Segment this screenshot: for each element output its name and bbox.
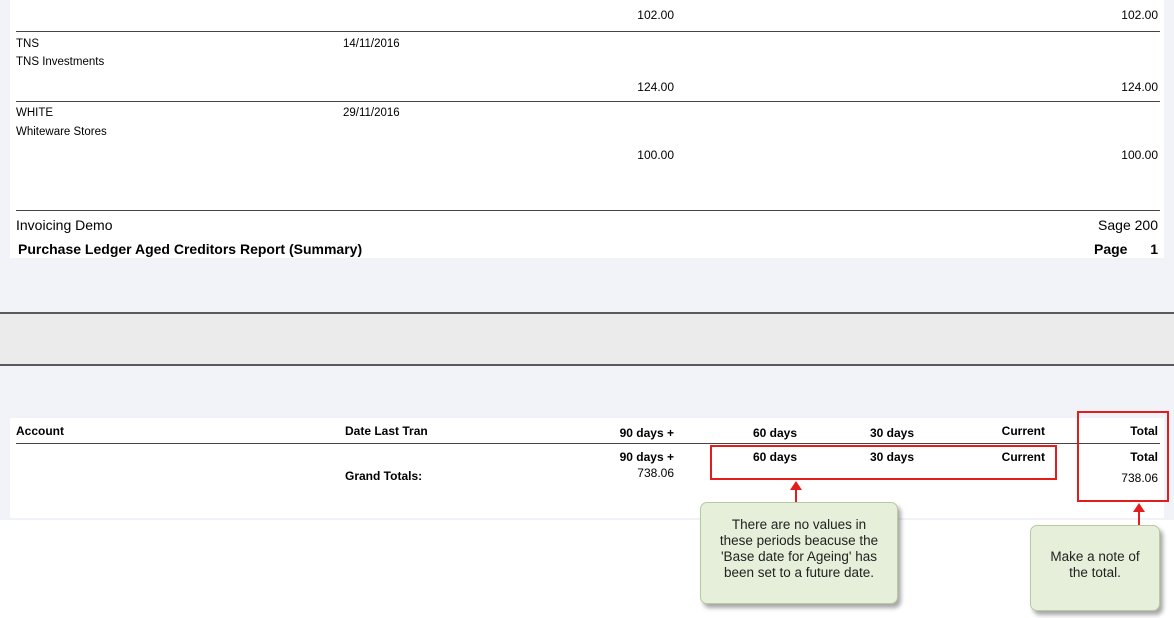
- product-name: Sage 200: [1098, 217, 1158, 233]
- arrow-shaft: [1138, 511, 1140, 525]
- supplier-name: Whiteware Stores: [16, 126, 107, 138]
- callout-text-line: Make a note of: [1050, 549, 1140, 564]
- periods-highlight-box: [710, 445, 1057, 480]
- row-90-days-value: 102.00: [637, 8, 674, 22]
- footer-divider: [16, 210, 1160, 211]
- column-header-date-last-tran: Date Last Tran: [345, 424, 428, 438]
- lower-blank-area: [0, 520, 1174, 618]
- row-total-value: 102.00: [1121, 8, 1158, 22]
- row-divider: [16, 101, 1160, 102]
- supplier-code: WHITE: [16, 107, 54, 119]
- supplier-code: TNS: [16, 38, 39, 50]
- periods-note-callout: There are no values in these periods bea…: [700, 502, 898, 604]
- column-header-90-days: 90 days +: [619, 426, 674, 440]
- arrow-shaft: [795, 489, 797, 502]
- grand-totals-label: Grand Totals:: [345, 469, 423, 483]
- header-divider: [16, 443, 1160, 444]
- supplier-date: 29/11/2016: [343, 107, 400, 119]
- total-highlight-box: [1077, 411, 1169, 502]
- supplier-90-days-value: 124.00: [637, 80, 674, 94]
- subheader-90-days: 90 days +: [619, 450, 674, 464]
- supplier-name: TNS Investments: [16, 56, 105, 68]
- page-label: Page: [1094, 241, 1128, 257]
- column-header-30-days: 30 days: [869, 426, 915, 440]
- report-title: Purchase Ledger Aged Creditors Report (S…: [18, 241, 363, 257]
- page-gap-band: [0, 314, 1174, 364]
- column-header-60-days: 60 days: [752, 426, 798, 440]
- page-number: 1: [1150, 241, 1158, 257]
- grand-total-90-days: 738.06: [637, 466, 674, 480]
- callout-text-line: 'Base date for Ageing' has: [720, 549, 877, 564]
- column-header-current: Current: [1001, 424, 1045, 438]
- row-divider: [16, 31, 1160, 32]
- total-note-callout: Make a note of the total.: [1030, 525, 1160, 611]
- report-paper-top: [10, 0, 1164, 258]
- supplier-total-value: 124.00: [1121, 80, 1158, 94]
- supplier-90-days-value: 100.00: [637, 148, 674, 162]
- callout-text-line: the total.: [1069, 565, 1121, 580]
- supplier-date: 14/11/2016: [343, 38, 400, 50]
- callout-text-line: There are no values in: [731, 517, 867, 532]
- callout-text-line: these periods beacuse the: [719, 533, 879, 548]
- company-name: Invoicing Demo: [16, 217, 113, 233]
- column-header-account: Account: [16, 424, 64, 438]
- supplier-total-value: 100.00: [1121, 148, 1158, 162]
- callout-text-line: been set to a future date.: [723, 565, 875, 580]
